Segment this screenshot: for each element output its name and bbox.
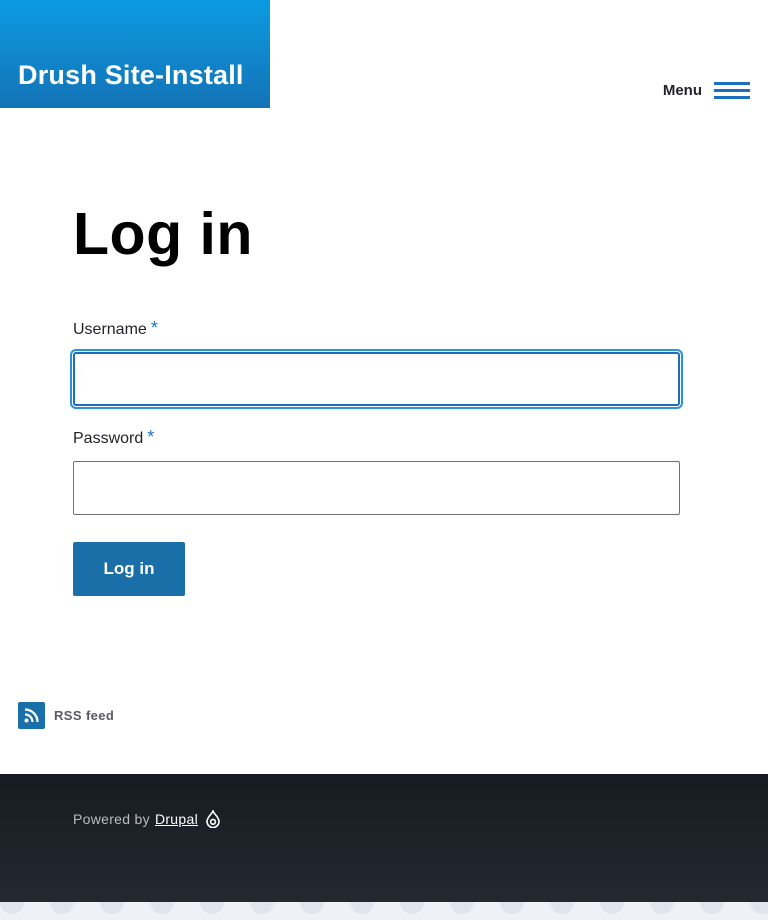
hamburger-icon xyxy=(714,80,750,100)
powered-by-text: Powered by xyxy=(73,811,150,827)
password-label-text: Password xyxy=(73,430,144,447)
password-form-item: Password * xyxy=(73,427,680,515)
menu-toggle-button[interactable]: Menu xyxy=(663,77,750,103)
decorative-dot-pattern xyxy=(0,902,768,920)
main-content: Log in Username * Password * Log in xyxy=(70,190,683,596)
required-marker: * xyxy=(150,318,158,338)
drupal-drop-icon xyxy=(206,810,220,828)
rss-icon xyxy=(18,702,45,729)
rss-feed-label: RSS feed xyxy=(54,708,115,723)
menu-label: Menu xyxy=(662,81,702,99)
username-input[interactable] xyxy=(70,349,683,409)
page: Drush Site-Install Menu Log in Username *… xyxy=(0,0,768,920)
username-label: Username * xyxy=(73,318,680,340)
password-input[interactable] xyxy=(73,461,680,515)
login-form: Username * Password * Log in xyxy=(70,318,683,596)
powered-by: Powered by Drupal xyxy=(73,810,220,828)
site-name-link[interactable]: Drush Site-Install xyxy=(18,60,244,91)
drupal-link[interactable]: Drupal xyxy=(155,811,198,827)
rss-feed-link[interactable]: RSS feed xyxy=(18,702,114,729)
site-footer: Powered by Drupal xyxy=(0,774,768,902)
required-marker: * xyxy=(147,427,155,447)
page-title: Log in xyxy=(73,201,253,267)
login-submit-button[interactable]: Log in xyxy=(73,542,185,596)
password-label: Password * xyxy=(73,427,680,449)
username-label-text: Username xyxy=(73,321,147,338)
site-branding: Drush Site-Install xyxy=(0,0,270,108)
username-form-item: Username * xyxy=(70,318,683,409)
